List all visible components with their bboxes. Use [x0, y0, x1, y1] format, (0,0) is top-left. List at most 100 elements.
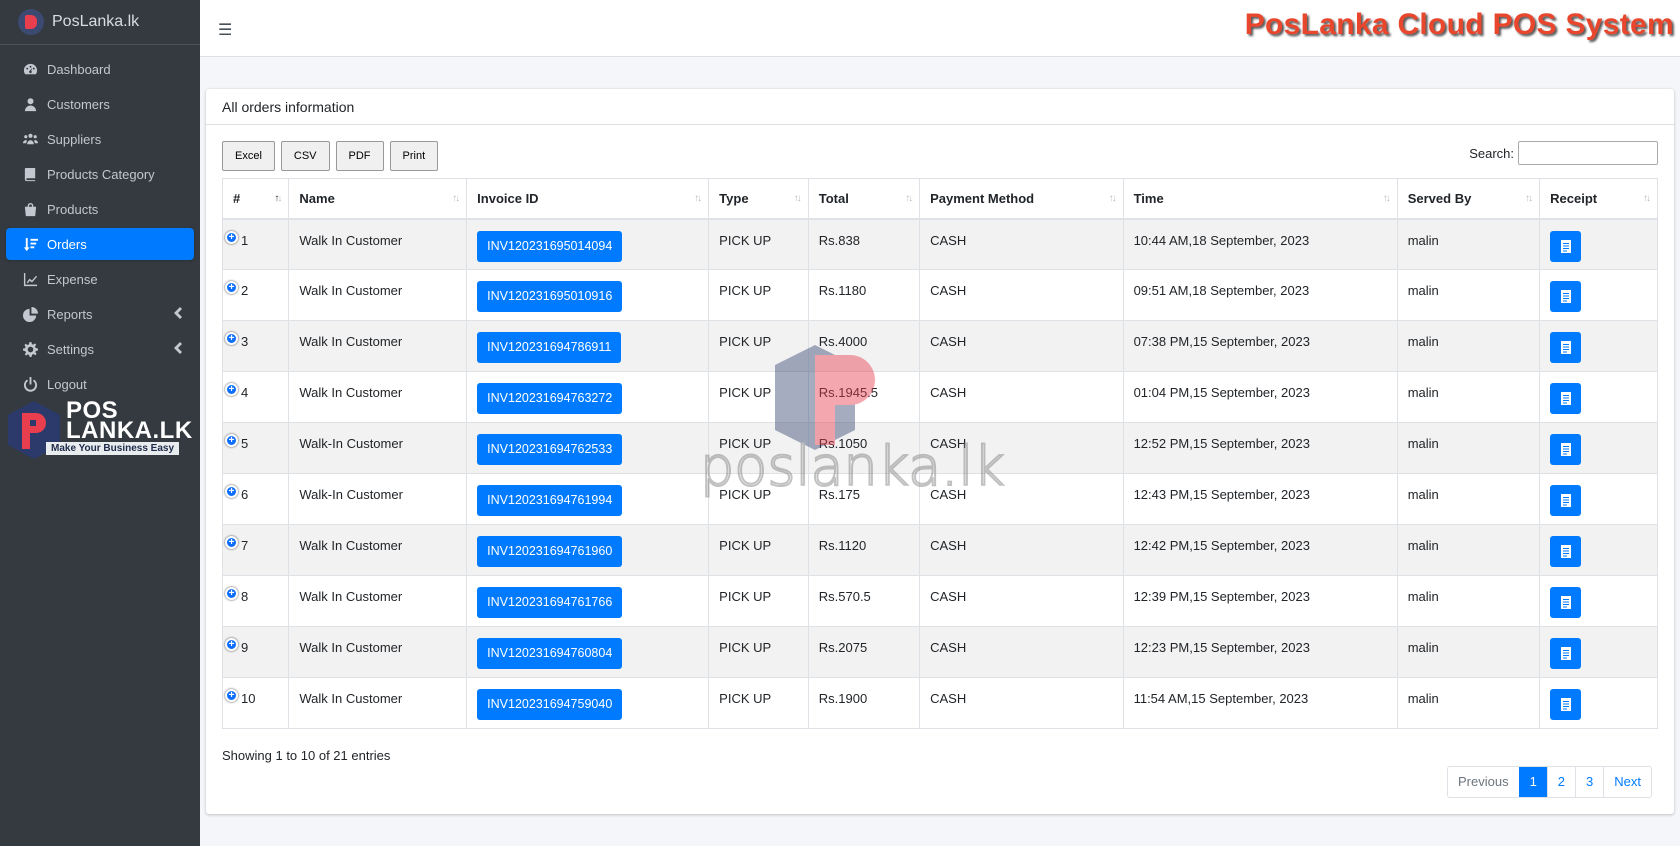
logo-line-2: LANKA.LK [66, 417, 193, 444]
receipt-icon [1560, 494, 1571, 507]
column-header-payment-method[interactable]: Payment Method ↑↓ [919, 178, 1124, 220]
invoice-button[interactable]: INV120231694759040 [477, 689, 623, 720]
sidebar-item-settings[interactable]: Settings [6, 333, 194, 365]
expand-row-icon[interactable]: + [225, 689, 238, 702]
top-header: ☰ PosLanka Cloud POS System [200, 0, 1680, 57]
column-header-total[interactable]: Total ↑↓ [807, 178, 921, 220]
expand-row-icon[interactable]: + [225, 536, 238, 549]
pagination-page-1[interactable]: 1 [1518, 767, 1547, 797]
receipt-button[interactable] [1550, 485, 1582, 516]
sidebar-item-label: Products Category [47, 166, 155, 182]
pagination-previous[interactable]: Previous [1448, 767, 1519, 797]
receipt-button[interactable] [1550, 638, 1582, 669]
print-button[interactable]: Print [389, 141, 439, 171]
invoice-button[interactable]: INV120231694761960 [477, 536, 623, 567]
receipt-icon [1560, 545, 1571, 558]
cell-time: 12:42 PM,15 September, 2023 [1122, 524, 1398, 576]
invoice-button[interactable]: INV120231694763272 [477, 383, 623, 414]
pdf-button[interactable]: PDF [335, 141, 384, 171]
chevron-left-icon [174, 307, 182, 321]
sidebar-item-products-category[interactable]: Products Category [6, 158, 194, 190]
expand-row-icon[interactable]: + [225, 434, 238, 447]
column-header-label: # [233, 190, 241, 206]
pagination-page-2[interactable]: 2 [1546, 767, 1575, 797]
invoice-button[interactable]: INV120231694762533 [477, 434, 623, 465]
sidebar-item-products[interactable]: Products [6, 193, 194, 225]
column-header-time[interactable]: Time ↑↓ [1122, 178, 1398, 220]
cell-number: +4 [221, 371, 290, 423]
column-header-served-by[interactable]: Served By ↑↓ [1396, 178, 1541, 220]
receipt-button[interactable] [1550, 281, 1582, 312]
receipt-button[interactable] [1550, 536, 1582, 567]
cell-invoice: INV120231694761960 [466, 524, 710, 576]
table-row: +8 Walk In Customer INV120231694761766 PICK… [221, 575, 1658, 627]
chart-line-icon [22, 271, 38, 287]
sidebar-item-expense[interactable]: Expense [6, 263, 194, 295]
receipt-button[interactable] [1550, 587, 1582, 618]
cell-payment: CASH [919, 677, 1124, 729]
cell-type: PICK UP [708, 575, 809, 627]
expand-row-icon[interactable]: + [225, 638, 238, 651]
invoice-button[interactable]: INV120231695010916 [477, 281, 623, 312]
receipt-button[interactable] [1550, 689, 1582, 720]
invoice-button[interactable]: INV120231695014094 [477, 230, 623, 262]
cell-invoice: INV120231694761994 [466, 473, 710, 525]
pagination-page-3[interactable]: 3 [1575, 767, 1603, 797]
cell-receipt [1539, 575, 1658, 627]
expand-row-icon[interactable]: + [225, 383, 238, 396]
receipt-button[interactable] [1550, 332, 1582, 363]
cell-type: PICK UP [708, 371, 809, 423]
pagination-next[interactable]: Next [1603, 767, 1651, 797]
cell-total: Rs.4000 [807, 320, 921, 372]
sidebar-item-suppliers[interactable]: Suppliers [6, 123, 194, 155]
sidebar-item-dashboard[interactable]: Dashboard [6, 53, 194, 85]
column-header-name[interactable]: Name ↑↓ [288, 178, 468, 220]
column-header-number[interactable]: # ↑↓ [221, 178, 290, 220]
cell-number: +1 [221, 218, 290, 270]
sort-icon: ↑↓ [1643, 193, 1651, 204]
column-header-type[interactable]: Type ↑↓ [708, 178, 809, 220]
invoice-button[interactable]: INV120231694760804 [477, 638, 623, 669]
excel-button[interactable]: Excel [222, 141, 275, 171]
receipt-button[interactable] [1550, 434, 1582, 465]
sort-icon: ↑↓ [793, 193, 802, 204]
cell-name: Walk In Customer [288, 218, 468, 270]
csv-button[interactable]: CSV [280, 141, 330, 171]
invoice-button[interactable]: INV120231694761994 [477, 485, 623, 516]
row-number: 2 [241, 283, 249, 298]
cell-total: Rs.1050 [807, 422, 921, 474]
expand-row-icon[interactable]: + [225, 281, 238, 294]
receipt-button[interactable] [1550, 383, 1582, 414]
expand-row-icon[interactable]: + [225, 485, 238, 498]
sidebar-item-logout[interactable]: Logout [6, 368, 194, 400]
expand-row-icon[interactable]: + [225, 587, 238, 600]
expand-row-icon[interactable]: + [225, 332, 238, 345]
column-header-invoice-id[interactable]: Invoice ID ↑↓ [466, 178, 710, 220]
cell-served-by: malin [1396, 320, 1541, 372]
cell-served-by: malin [1396, 371, 1541, 423]
invoice-button[interactable]: INV120231694761766 [477, 587, 623, 618]
sidebar-item-customers[interactable]: Customers [6, 88, 194, 120]
receipt-button[interactable] [1550, 230, 1582, 262]
expand-row-icon[interactable]: + [225, 230, 238, 244]
menu-toggle-icon[interactable]: ☰ [218, 20, 232, 40]
column-header-receipt[interactable]: Receipt ↑↓ [1539, 178, 1658, 220]
sidebar-item-orders[interactable]: Orders [6, 228, 194, 260]
sidebar-item-reports[interactable]: Reports [6, 298, 194, 330]
cell-receipt [1539, 473, 1658, 525]
column-header-label: Time [1133, 190, 1164, 206]
cell-name: Walk In Customer [288, 269, 468, 321]
cell-number: +7 [221, 524, 290, 576]
cell-receipt [1539, 269, 1658, 321]
brand[interactable]: PosLanka.lk [0, 0, 200, 45]
table-row: +9 Walk In Customer INV120231694760804 PICK… [221, 626, 1658, 678]
cell-payment: CASH [919, 371, 1124, 423]
bag-icon [22, 201, 38, 217]
table-body: +1 Walk In Customer INV120231695014094 PICK… [221, 218, 1658, 729]
invoice-button[interactable]: INV120231694786911 [477, 332, 622, 363]
search-input[interactable] [1518, 141, 1658, 165]
cell-payment: CASH [919, 575, 1124, 627]
column-header-label: Invoice ID [477, 190, 539, 206]
receipt-icon [1560, 698, 1571, 711]
table-row: +7 Walk In Customer INV120231694761960 PICK… [221, 524, 1658, 576]
